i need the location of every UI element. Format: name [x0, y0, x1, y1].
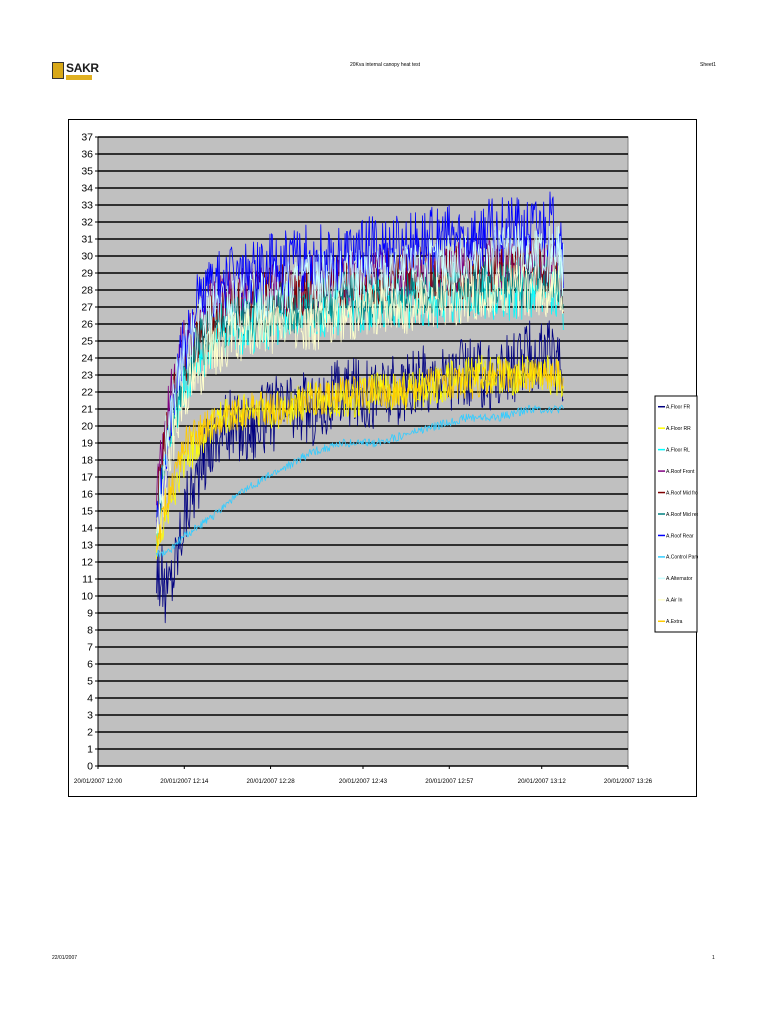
y-tick-label: 9 — [87, 608, 93, 620]
y-tick-label: 27 — [81, 302, 93, 314]
logo-mark-icon — [52, 62, 64, 79]
y-tick-label: 13 — [81, 540, 93, 552]
y-tick-label: 1 — [87, 744, 93, 756]
y-tick-label: 35 — [81, 166, 93, 178]
logo-underline — [66, 75, 92, 80]
y-tick-label: 20 — [81, 421, 93, 433]
legend-label: A.Extra — [666, 619, 683, 625]
y-tick-label: 33 — [81, 200, 93, 212]
y-tick-label: 31 — [81, 234, 93, 246]
x-tick-label: 20/01/2007 12:57 — [425, 778, 474, 785]
y-tick-label: 26 — [81, 319, 93, 331]
y-tick-label: 4 — [87, 693, 93, 705]
y-tick-label: 7 — [87, 642, 93, 654]
legend-label: A.Roof Mid rear — [666, 512, 698, 518]
legend-label: A.Roof Mid front — [666, 490, 698, 496]
chart-frame: 0 1 2 3 4 5 6 7 8 9 10 11 12 13 14 15 16 17 18 19 20 21 22 23 24… — [68, 119, 698, 797]
x-tick-label: 20/01/2007 12:00 — [74, 778, 123, 785]
legend-label: A.Control Panel — [666, 555, 698, 561]
y-tick-label: 32 — [81, 217, 93, 229]
y-tick-label: 6 — [87, 659, 93, 671]
x-tick-label: 20/01/2007 12:28 — [246, 778, 295, 785]
y-tick-label: 29 — [81, 268, 93, 280]
y-tick-label: 37 — [81, 132, 93, 144]
y-tick-label: 21 — [81, 404, 93, 416]
sheet-name: Sheet1 — [700, 62, 716, 68]
y-tick-label: 14 — [81, 523, 93, 535]
y-tick-label: 11 — [82, 574, 93, 586]
legend-label: A.Floor FR — [666, 405, 691, 411]
y-tick-label: 28 — [81, 285, 93, 297]
footer-date: 22/01/2007 — [52, 955, 78, 961]
y-tick-label: 10 — [81, 591, 93, 603]
footer-page-number: 1 — [712, 955, 715, 961]
sakr-logo: SAKR — [52, 61, 99, 82]
y-tick-label: 30 — [81, 251, 93, 263]
y-tick-label: 34 — [81, 183, 93, 195]
y-tick-label: 17 — [81, 472, 93, 484]
logo-text: SAKR — [66, 61, 99, 75]
legend-label: A.Roof Rear — [666, 533, 694, 539]
y-tick-label: 8 — [87, 625, 93, 637]
y-tick-label: 18 — [81, 455, 93, 467]
y-tick-label: 12 — [81, 557, 93, 569]
plot-area — [97, 136, 629, 767]
x-tick-label: 20/01/2007 12:43 — [339, 778, 388, 785]
y-tick-label: 15 — [81, 506, 93, 518]
y-tick-label: 23 — [81, 370, 93, 382]
y-tick-label: 36 — [81, 149, 93, 161]
x-tick-label: 20/01/2007 13:12 — [518, 778, 567, 785]
y-tick-label: 3 — [87, 710, 93, 722]
page-title: 20Kva internal canopy heat test — [349, 62, 421, 68]
y-tick-label: 19 — [81, 438, 93, 450]
y-tick-label: 2 — [87, 727, 93, 739]
y-tick-label: 22 — [81, 387, 93, 399]
y-tick-label: 5 — [87, 676, 93, 688]
y-tick-label: 24 — [81, 353, 93, 365]
x-tick-label: 20/01/2007 13:26 — [604, 778, 653, 785]
x-tick-label: 20/01/2007 12:14 — [160, 778, 209, 785]
legend-label: A.Floor RL — [666, 447, 690, 453]
legend-label: A.Air In — [666, 598, 683, 604]
legend-label: A.Alternator — [666, 576, 693, 582]
y-tick-label: 16 — [81, 489, 93, 501]
line-chart: 0123456789101112131415161718192021222324… — [74, 132, 698, 786]
y-tick-label: 25 — [81, 336, 93, 348]
legend-label: A.Roof Front — [666, 469, 695, 475]
y-tick-label: 0 — [87, 761, 93, 773]
legend-label: A.Floor RR — [666, 426, 691, 432]
